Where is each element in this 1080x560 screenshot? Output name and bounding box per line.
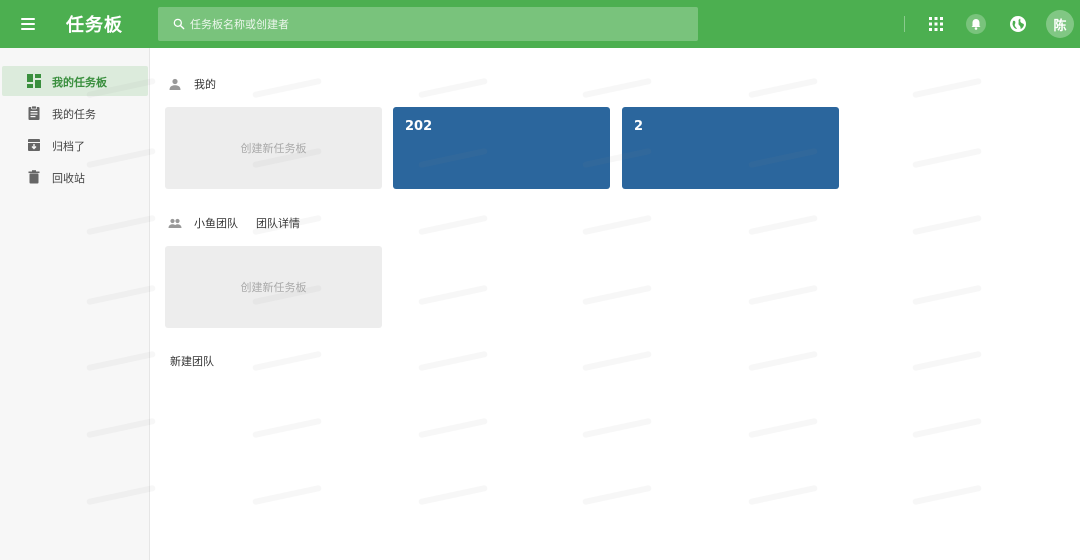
sidebar-item-my-boards[interactable]: 我的任务板: [2, 66, 148, 96]
sidebar-item-label: 归档了: [52, 140, 85, 153]
section-team-header: 小鱼团队 团队详情: [168, 213, 300, 233]
create-board-label: 创建新任务板: [240, 281, 307, 294]
sidebar-item-archived[interactable]: 归档了: [2, 130, 148, 160]
sidebar-item-label: 我的任务: [52, 108, 96, 121]
team-details-link[interactable]: 团队详情: [256, 215, 300, 231]
sidebar-item-my-tasks[interactable]: 我的任务: [2, 98, 148, 128]
search-input[interactable]: [190, 7, 690, 41]
main-content: 我的 创建新任务板 202 2 小鱼团队 团队详情 创建新任务板 新建团队: [150, 48, 1080, 560]
globe-icon[interactable]: [1008, 14, 1028, 34]
dashboard-icon: [27, 74, 41, 88]
new-team-button[interactable]: 新建团队: [170, 353, 214, 369]
section-title: 我的: [194, 78, 216, 91]
person-icon: [169, 78, 181, 90]
create-team-board-button[interactable]: 创建新任务板: [165, 246, 382, 328]
search-bar[interactable]: [158, 7, 698, 41]
team-name: 小鱼团队: [194, 217, 238, 230]
sidebar-item-label: 回收站: [52, 172, 85, 185]
board-name: 202: [405, 119, 433, 134]
top-app-bar: 任务板 陈: [0, 0, 1080, 48]
trash-icon: [28, 170, 40, 184]
app-title: 任务板: [66, 15, 123, 36]
toolbar-divider: [904, 16, 905, 32]
create-board-button[interactable]: 创建新任务板: [165, 107, 382, 189]
search-icon: [173, 18, 185, 30]
sidebar-item-label: 我的任务板: [52, 76, 107, 89]
menu-icon[interactable]: [16, 12, 40, 36]
board-card[interactable]: 2: [622, 107, 839, 189]
section-personal-header: 我的: [168, 74, 216, 94]
notification-bell-icon[interactable]: [966, 14, 986, 34]
sidebar-item-trash[interactable]: 回收站: [2, 162, 148, 192]
board-card[interactable]: 202: [393, 107, 610, 189]
group-icon: [168, 218, 182, 228]
user-avatar[interactable]: 陈: [1046, 10, 1074, 38]
board-name: 2: [634, 119, 644, 134]
create-board-label: 创建新任务板: [240, 142, 307, 155]
archive-icon: [28, 139, 40, 151]
sidebar: 我的任务板 我的任务 归档了 回收站: [0, 48, 150, 560]
clipboard-icon: [28, 105, 40, 120]
apps-grid-icon[interactable]: [926, 14, 946, 34]
